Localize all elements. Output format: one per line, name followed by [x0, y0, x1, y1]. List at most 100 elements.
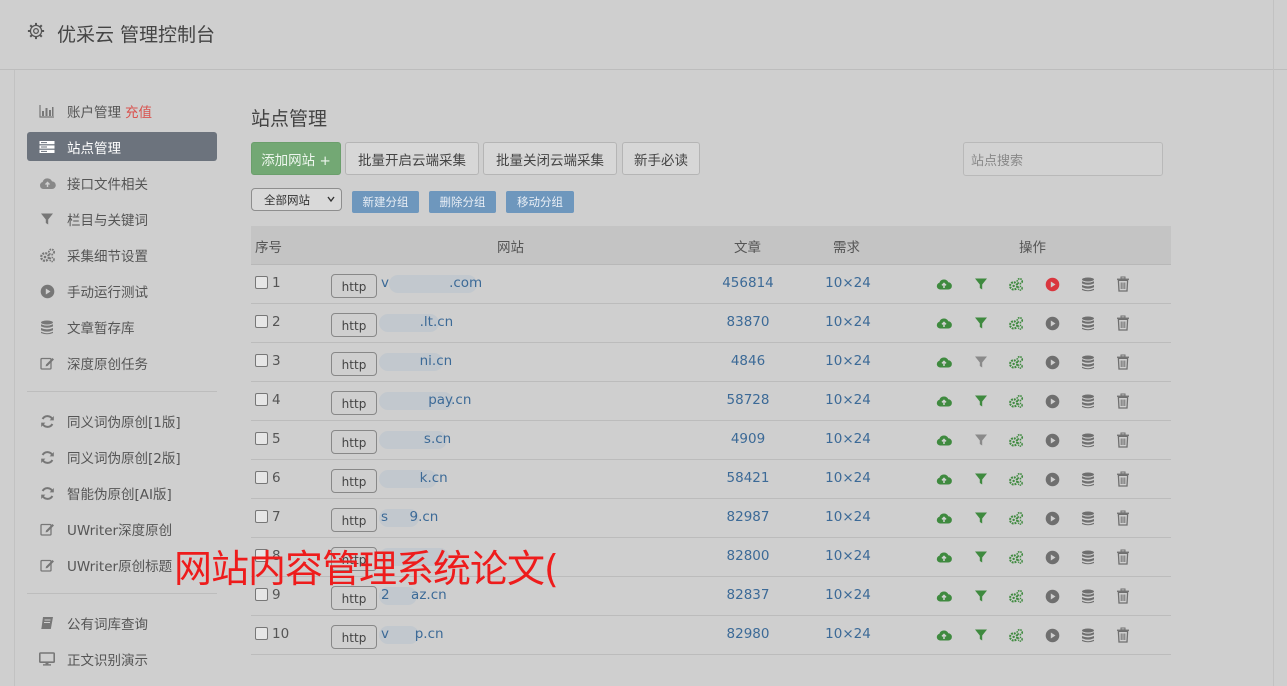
demand-link[interactable]: 10×24	[816, 626, 880, 642]
article-count-link[interactable]: 83870	[721, 314, 775, 330]
demand-link[interactable]: 10×24	[816, 431, 880, 447]
sidebar-item[interactable]: 站点管理	[27, 132, 217, 161]
demand-link[interactable]: 10×24	[816, 509, 880, 525]
cloud-upload-icon[interactable]	[936, 354, 952, 370]
filter-icon[interactable]	[973, 354, 989, 370]
database-icon[interactable]	[1080, 432, 1096, 448]
demand-link[interactable]: 10×24	[816, 275, 880, 291]
beginner-guide-button[interactable]: 新手必读	[622, 142, 700, 175]
cogs-icon[interactable]	[1008, 354, 1024, 370]
cloud-upload-icon[interactable]	[936, 588, 952, 604]
demand-link[interactable]: 10×24	[816, 392, 880, 408]
cogs-icon[interactable]	[1008, 471, 1024, 487]
article-count-link[interactable]: 82980	[721, 626, 775, 642]
filter-icon[interactable]	[973, 549, 989, 565]
play-circle-icon[interactable]	[1044, 393, 1060, 409]
cogs-icon[interactable]	[1008, 393, 1024, 409]
article-count-link[interactable]: 82987	[721, 509, 775, 525]
row-checkbox[interactable]	[255, 627, 268, 640]
cloud-upload-icon[interactable]	[936, 393, 952, 409]
sidebar-item[interactable]: 栏目与关键词	[27, 201, 217, 237]
cloud-upload-icon[interactable]	[936, 276, 952, 292]
site-link[interactable]: v p.cn	[381, 626, 444, 642]
sidebar-item[interactable]: 公有词库查询	[27, 605, 217, 641]
row-checkbox[interactable]	[255, 276, 268, 289]
filter-icon[interactable]	[973, 432, 989, 448]
cogs-icon[interactable]	[1008, 315, 1024, 331]
site-search-input[interactable]: 站点搜索	[963, 142, 1163, 176]
cloud-upload-icon[interactable]	[936, 315, 952, 331]
row-checkbox[interactable]	[255, 510, 268, 523]
cogs-icon[interactable]	[1008, 549, 1024, 565]
database-icon[interactable]	[1080, 315, 1096, 331]
site-link[interactable]: k.cn	[381, 470, 448, 486]
demand-link[interactable]: 10×24	[816, 470, 880, 486]
sidebar-item[interactable]: 深度原创任务	[27, 345, 217, 381]
sidebar-item[interactable]: 采集细节设置	[27, 237, 217, 273]
article-count-link[interactable]: 456814	[721, 275, 775, 291]
batch-enable-cloud-button[interactable]: 批量开启云端采集	[345, 142, 479, 175]
database-icon[interactable]	[1080, 471, 1096, 487]
batch-disable-cloud-button[interactable]: 批量关闭云端采集	[483, 142, 617, 175]
site-link[interactable]: s 9.cn	[381, 509, 438, 525]
play-circle-icon[interactable]	[1044, 276, 1060, 292]
new-group-button[interactable]: 新建分组	[352, 191, 419, 213]
row-checkbox[interactable]	[255, 393, 268, 406]
demand-link[interactable]: 10×24	[816, 314, 880, 330]
article-count-link[interactable]: 58728	[721, 392, 775, 408]
cloud-upload-icon[interactable]	[936, 549, 952, 565]
site-link[interactable]: pay.cn	[381, 392, 471, 408]
play-circle-icon[interactable]	[1044, 588, 1060, 604]
filter-icon[interactable]	[973, 393, 989, 409]
article-count-link[interactable]: 82837	[721, 587, 775, 603]
site-link[interactable]: .lt.cn	[381, 314, 454, 330]
trash-icon[interactable]	[1115, 432, 1131, 448]
filter-icon[interactable]	[973, 588, 989, 604]
site-link[interactable]: ni.cn	[381, 353, 453, 369]
row-checkbox[interactable]	[255, 315, 268, 328]
filter-icon[interactable]	[973, 627, 989, 643]
trash-icon[interactable]	[1115, 315, 1131, 331]
filter-icon[interactable]	[973, 276, 989, 292]
sidebar-item[interactable]: 正文识别演示	[27, 641, 217, 677]
article-count-link[interactable]: 4909	[721, 431, 775, 447]
recharge-link[interactable]: 充值	[125, 101, 152, 121]
filter-icon[interactable]	[973, 510, 989, 526]
trash-icon[interactable]	[1115, 354, 1131, 370]
play-circle-icon[interactable]	[1044, 627, 1060, 643]
play-circle-icon[interactable]	[1044, 510, 1060, 526]
database-icon[interactable]	[1080, 276, 1096, 292]
cloud-upload-icon[interactable]	[936, 471, 952, 487]
sidebar-item[interactable]: 账户管理 充值	[27, 93, 217, 129]
cogs-icon[interactable]	[1008, 276, 1024, 292]
row-checkbox[interactable]	[255, 432, 268, 445]
sidebar-item[interactable]: 接口文件相关	[27, 165, 217, 201]
article-count-link[interactable]: 4846	[721, 353, 775, 369]
trash-icon[interactable]	[1115, 471, 1131, 487]
trash-icon[interactable]	[1115, 510, 1131, 526]
trash-icon[interactable]	[1115, 393, 1131, 409]
move-group-button[interactable]: 移动分组	[506, 191, 574, 213]
database-icon[interactable]	[1080, 510, 1096, 526]
filter-icon[interactable]	[973, 315, 989, 331]
row-checkbox[interactable]	[255, 471, 268, 484]
trash-icon[interactable]	[1115, 588, 1131, 604]
row-checkbox[interactable]	[255, 354, 268, 367]
database-icon[interactable]	[1080, 627, 1096, 643]
trash-icon[interactable]	[1115, 549, 1131, 565]
sidebar-item[interactable]: 同义词伪原创[2版]	[27, 439, 217, 475]
site-link[interactable]: s.cn	[381, 431, 451, 447]
add-site-button[interactable]: 添加网站 +	[251, 142, 341, 175]
cogs-icon[interactable]	[1008, 588, 1024, 604]
site-link[interactable]: v .com	[381, 275, 482, 291]
article-count-link[interactable]: 82800	[721, 548, 775, 564]
cogs-icon[interactable]	[1008, 627, 1024, 643]
group-select[interactable]: 全部网站	[251, 188, 342, 211]
demand-link[interactable]: 10×24	[816, 353, 880, 369]
filter-icon[interactable]	[973, 471, 989, 487]
cloud-upload-icon[interactable]	[936, 432, 952, 448]
play-circle-icon[interactable]	[1044, 315, 1060, 331]
database-icon[interactable]	[1080, 354, 1096, 370]
cloud-upload-icon[interactable]	[936, 510, 952, 526]
play-circle-icon[interactable]	[1044, 432, 1060, 448]
